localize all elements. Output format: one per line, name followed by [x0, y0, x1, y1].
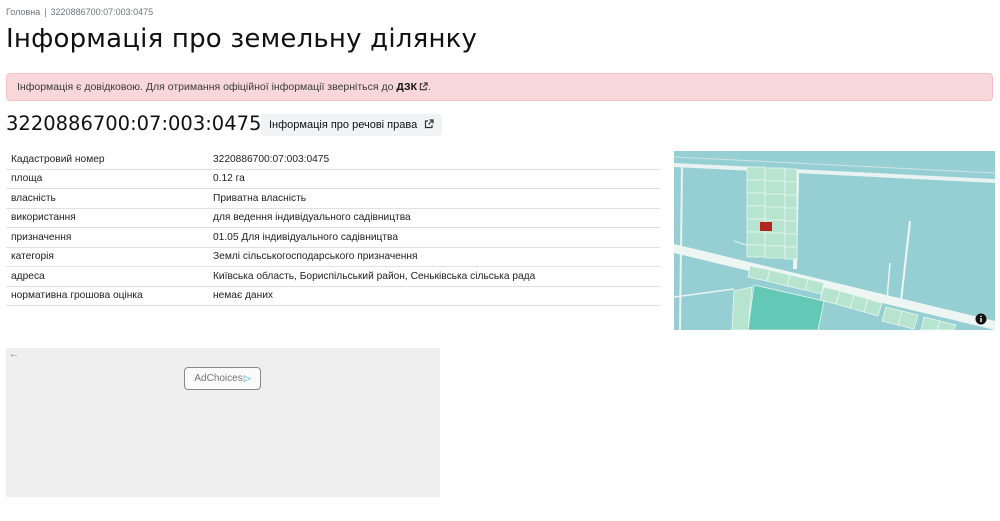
row-value: немає даних: [208, 286, 660, 306]
row-value: 0.12 га: [208, 169, 660, 189]
row-value: Київська область, Бориспільський район, …: [208, 266, 660, 287]
row-label: призначення: [6, 227, 208, 248]
parcel-info-table: Кадастровий номер 3220886700:07:003:0475 …: [6, 150, 660, 306]
row-value: Землі сільськогосподарського призначення: [208, 247, 660, 267]
external-link-icon: [425, 119, 434, 129]
row-value: 01.05 Для індивідуального садівництва: [208, 227, 660, 248]
breadcrumb-current: 3220886700:07:003:0475: [50, 7, 154, 17]
row-label: власність: [6, 188, 208, 209]
external-link-icon: [419, 82, 428, 91]
adchoices-button[interactable]: AdChoices▷: [184, 367, 261, 390]
property-rights-label: Інформація про речові права: [269, 119, 418, 131]
back-arrow-icon[interactable]: ←: [9, 349, 19, 360]
map-canvas: [674, 151, 995, 330]
selected-parcel: [760, 222, 772, 231]
table-row: нормативна грошова оцінка немає даних: [6, 286, 660, 306]
table-row: використання для ведення індивідуального …: [6, 208, 660, 228]
info-icon[interactable]: [975, 313, 987, 325]
cadastral-number-title: 3220886700:07:003:0475: [6, 112, 262, 135]
row-label: площа: [6, 169, 208, 189]
table-row: призначення 01.05 Для індивідуального сад…: [6, 227, 660, 248]
row-value: 3220886700:07:003:0475: [208, 150, 660, 170]
parcel-map[interactable]: [674, 151, 995, 330]
adchoices-icon: ▷: [243, 373, 251, 383]
table-row: площа 0.12 га: [6, 169, 660, 189]
ad-banner[interactable]: ← AdChoices▷: [6, 348, 440, 497]
row-value: для ведення індивідуального садівництва: [208, 208, 660, 228]
table-row: категорія Землі сільськогосподарського пр…: [6, 247, 660, 267]
table-row: власність Приватна власність: [6, 188, 660, 209]
row-label: використання: [6, 208, 208, 228]
row-label: адреса: [6, 266, 208, 287]
breadcrumb-home-link[interactable]: Головна: [6, 7, 40, 17]
alert-text: Інформація є довідковою. Для отримання о…: [17, 81, 397, 93]
breadcrumb: Головна | 3220886700:07:003:0475: [6, 7, 153, 17]
alert-end: .: [428, 81, 431, 93]
dzk-link-label: ДЗК: [396, 81, 417, 93]
property-rights-button[interactable]: Інформація про речові права: [261, 114, 443, 136]
breadcrumb-separator: |: [44, 7, 47, 17]
row-label: нормативна грошова оцінка: [6, 286, 208, 306]
info-alert: Інформація є довідковою. Для отримання о…: [6, 73, 993, 101]
table-row: адреса Київська область, Бориспільський р…: [6, 266, 660, 287]
row-label: категорія: [6, 247, 208, 267]
adchoices-label: AdChoices: [194, 373, 243, 384]
row-value: Приватна власність: [208, 188, 660, 209]
table-row: Кадастровий номер 3220886700:07:003:0475: [6, 150, 660, 170]
row-label: Кадастровий номер: [6, 150, 208, 170]
page-title: Інформація про земельну ділянку: [6, 24, 478, 54]
dzk-link[interactable]: ДЗК: [396, 81, 428, 93]
